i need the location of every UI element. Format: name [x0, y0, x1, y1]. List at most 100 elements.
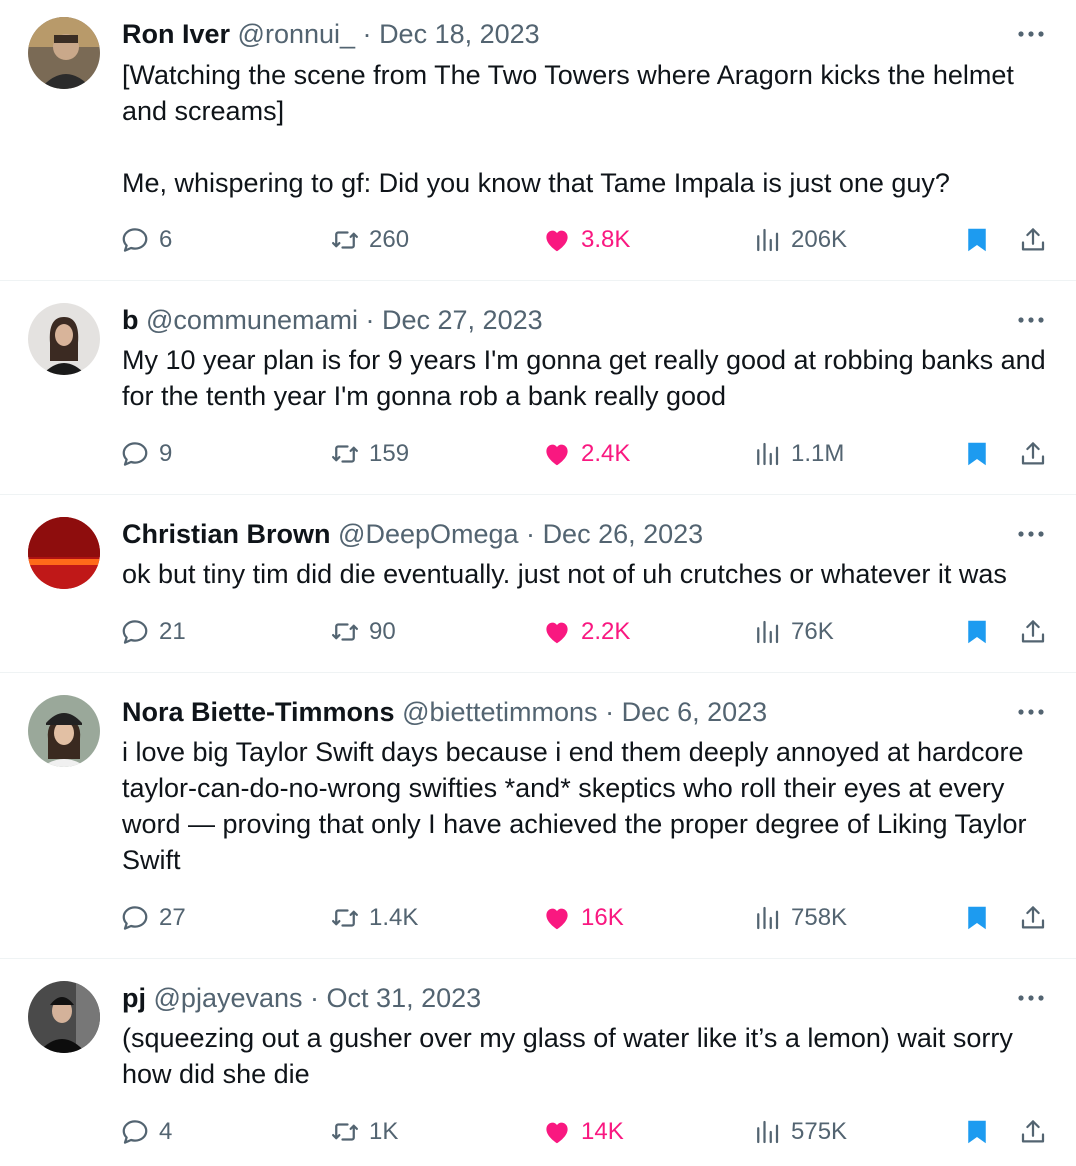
like-button[interactable]: 2.2K — [542, 614, 630, 650]
user-handle[interactable]: @DeepOmega — [338, 519, 519, 549]
user-handle[interactable]: @biettetimmons — [402, 697, 597, 727]
display-name[interactable]: b — [122, 305, 139, 335]
reply-count: 27 — [159, 904, 186, 931]
more-icon[interactable] — [1014, 306, 1048, 334]
share-icon — [1021, 228, 1045, 251]
retweet-button[interactable]: 260 — [330, 222, 409, 258]
bookmark-button[interactable] — [962, 1114, 992, 1150]
tweet[interactable]: b @communemami · Dec 27, 2023 My 10 year… — [0, 281, 1076, 495]
bookmark-button[interactable] — [962, 900, 992, 936]
user-handle[interactable]: @ronnui_ — [238, 19, 355, 49]
retweet-icon — [332, 909, 358, 927]
tweet[interactable]: Ron Iver @ronnui_ · Dec 18, 2023 [Watchi… — [0, 0, 1076, 281]
display-name[interactable]: Nora Biette-Timmons — [122, 697, 395, 727]
tweet[interactable]: Nora Biette-Timmons @biettetimmons · Dec… — [0, 673, 1076, 959]
display-name[interactable]: Ron Iver — [122, 19, 230, 49]
tweet-actions: 9 159 2.4K 1.1M — [120, 436, 1050, 472]
avatar[interactable] — [28, 303, 100, 375]
separator: · — [365, 305, 375, 335]
views-button[interactable]: 206K — [752, 222, 847, 258]
like-button[interactable]: 16K — [542, 900, 624, 936]
share-button[interactable] — [1018, 1114, 1048, 1150]
separator: · — [310, 983, 320, 1013]
tweet-text: ok but tiny tim did die eventually. just… — [122, 559, 1007, 589]
views-button[interactable]: 76K — [752, 614, 834, 650]
share-button[interactable] — [1018, 222, 1048, 258]
bookmark-button[interactable] — [962, 614, 992, 650]
share-button[interactable] — [1018, 614, 1048, 650]
reply-button[interactable]: 21 — [120, 614, 186, 650]
retweet-icon — [332, 1123, 358, 1141]
like-count: 2.4K — [581, 440, 631, 467]
tweet-actions: 21 90 2.2K 76K — [120, 614, 1050, 650]
more-icon[interactable] — [1014, 698, 1048, 726]
avatar[interactable] — [28, 517, 100, 589]
bookmark-icon — [968, 906, 986, 930]
retweet-icon — [332, 231, 358, 249]
share-button[interactable] — [1018, 900, 1048, 936]
tweet-text: My 10 year plan is for 9 years I'm gonna… — [122, 345, 1046, 411]
retweet-icon — [332, 623, 358, 641]
tweet-date[interactable]: Dec 27, 2023 — [382, 305, 543, 335]
avatar[interactable] — [28, 17, 100, 89]
heart-icon — [546, 1122, 568, 1144]
reply-button[interactable]: 4 — [120, 1114, 172, 1150]
views-count: 758K — [791, 904, 848, 931]
views-button[interactable]: 1.1M — [752, 436, 844, 472]
reply-count: 9 — [159, 440, 173, 467]
retweet-button[interactable]: 1.4K — [330, 900, 418, 936]
tweet-text: (squeezing out a gusher over my glass of… — [122, 1023, 1013, 1089]
share-icon — [1021, 442, 1045, 465]
views-button[interactable]: 758K — [752, 900, 847, 936]
bookmark-icon — [968, 1120, 986, 1144]
like-count: 2.2K — [581, 618, 631, 645]
bookmark-icon — [968, 620, 986, 644]
tweet-date[interactable]: Dec 26, 2023 — [543, 519, 704, 549]
separator: · — [362, 19, 372, 49]
like-button[interactable]: 2.4K — [542, 436, 630, 472]
reply-count: 4 — [159, 1118, 173, 1145]
reply-button[interactable]: 9 — [120, 436, 172, 472]
more-icon[interactable] — [1014, 984, 1048, 1012]
views-icon — [757, 442, 779, 466]
share-icon — [1021, 620, 1045, 643]
reply-icon — [122, 228, 148, 252]
share-icon — [1021, 906, 1045, 929]
reply-button[interactable]: 27 — [120, 900, 186, 936]
avatar[interactable] — [28, 695, 100, 767]
tweet[interactable]: pj @pjayevans · Oct 31, 2023 (squeezing … — [0, 959, 1076, 1166]
user-handle[interactable]: @pjayevans — [154, 983, 303, 1013]
tweet-text: [Watching the scene from The Two Towers … — [122, 60, 1014, 198]
views-icon — [757, 620, 779, 644]
display-name[interactable]: Christian Brown — [122, 519, 331, 549]
user-handle[interactable]: @communemami — [146, 305, 358, 335]
bookmark-button[interactable] — [962, 436, 992, 472]
share-button[interactable] — [1018, 436, 1048, 472]
more-icon[interactable] — [1014, 520, 1048, 548]
avatar[interactable] — [28, 981, 100, 1053]
reply-count: 21 — [159, 618, 186, 645]
display-name[interactable]: pj — [122, 983, 146, 1013]
views-button[interactable]: 575K — [752, 1114, 847, 1150]
tweet-date[interactable]: Dec 6, 2023 — [622, 697, 768, 727]
bookmark-button[interactable] — [962, 222, 992, 258]
tweet-actions: 4 1K 14K 575K — [120, 1114, 1050, 1150]
tweet-actions: 6 260 3.8K 206K — [120, 222, 1050, 258]
reply-button[interactable]: 6 — [120, 222, 172, 258]
bookmark-icon — [968, 228, 986, 252]
tweet[interactable]: Christian Brown @DeepOmega · Dec 26, 202… — [0, 495, 1076, 673]
heart-icon — [546, 908, 568, 930]
tweet-date[interactable]: Oct 31, 2023 — [327, 983, 482, 1013]
retweet-button[interactable]: 1K — [330, 1114, 398, 1150]
reply-icon — [122, 442, 148, 466]
tweet-header: Nora Biette-Timmons @biettetimmons · Dec… — [122, 695, 767, 729]
views-icon — [757, 1120, 779, 1144]
like-button[interactable]: 3.8K — [542, 222, 630, 258]
retweet-button[interactable]: 159 — [330, 436, 409, 472]
tweet-date[interactable]: Dec 18, 2023 — [379, 19, 540, 49]
retweet-count: 90 — [369, 618, 396, 645]
more-icon[interactable] — [1014, 20, 1048, 48]
retweet-button[interactable]: 90 — [330, 614, 396, 650]
like-button[interactable]: 14K — [542, 1114, 624, 1150]
retweet-count: 260 — [369, 226, 410, 253]
